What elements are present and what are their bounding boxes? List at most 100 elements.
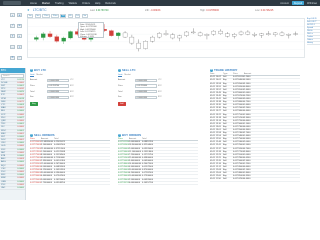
form-row-total: Total 0.00000000 BTC (30, 89, 74, 94)
nav-link-referrals[interactable]: Referrals (105, 2, 116, 5)
star-icon[interactable]: ★ (27, 8, 30, 12)
price-input[interactable]: 0.01769000 (135, 84, 157, 88)
candle-body[interactable] (225, 33, 230, 37)
candle-body[interactable] (47, 33, 53, 37)
candle-body[interactable] (232, 34, 237, 37)
buy-button[interactable]: Buy (30, 101, 38, 106)
settings-icon[interactable]: ⚙ (10, 55, 15, 60)
candle-body[interactable] (170, 34, 175, 39)
table-row[interactable]: 0.01799000 1.75000000 0.03148250 (30, 182, 110, 185)
table-cell: 5.00000000 (129, 141, 140, 144)
table-cell: 0.01570500 (142, 166, 153, 169)
side-panel-item[interactable]: History (307, 42, 320, 45)
candle-body[interactable] (211, 30, 216, 35)
table-row[interactable]: 0.01726215 6.00000000 0.10357290 (118, 182, 198, 185)
candle-body[interactable] (279, 32, 285, 36)
zoom-out-icon[interactable]: ⊖ (17, 23, 22, 28)
candle-body[interactable] (197, 32, 203, 36)
tab-market[interactable]: Market (36, 74, 42, 77)
nav-link-home[interactable]: Home (30, 2, 37, 5)
fullscreen-icon[interactable]: ⤢ (17, 55, 22, 60)
market-price: 0.0176 (17, 78, 24, 81)
amount-input[interactable]: 0.00000000 (47, 78, 69, 83)
table-cell: 09-11 12:12 (210, 166, 221, 169)
candle-body[interactable] (61, 37, 66, 42)
price-chart[interactable] (27, 18, 305, 58)
account-link-withdraw[interactable]: Withdraw (307, 2, 317, 5)
candle-body[interactable] (116, 32, 121, 36)
site-logo[interactable] (3, 1, 21, 5)
history-title: TRADE HISTORY (214, 68, 238, 72)
candle-body[interactable] (129, 36, 135, 44)
market-search-input[interactable]: Search (1, 74, 24, 78)
table-row[interactable]: 09-11 11:56 Sell 0.01747000 4.4000 (210, 178, 300, 182)
nav-link-orders[interactable]: Orders (82, 2, 90, 5)
nav-link-trading[interactable]: Trading (55, 2, 64, 5)
column-header: Amount (41, 138, 49, 140)
sell-button[interactable]: Sell (118, 101, 126, 106)
zoom-in-icon[interactable]: ⊕ (17, 13, 22, 17)
fee-input[interactable]: 0.00000000 (47, 95, 69, 100)
candle-body[interactable] (184, 31, 189, 36)
candle-body[interactable] (157, 33, 162, 38)
candle-body[interactable] (177, 35, 182, 39)
candlestick-chart[interactable] (28, 19, 304, 57)
field-unit: BTC (70, 84, 74, 87)
table-cell: 0.15158500 (54, 153, 65, 156)
account-link-account[interactable]: Account (280, 2, 289, 5)
candle-body[interactable] (191, 31, 196, 34)
tab-limit[interactable]: Limit (118, 74, 123, 78)
market-row[interactable]: YAC 0.0000 (0, 187, 25, 191)
candle-body[interactable] (259, 33, 264, 36)
candle-body[interactable] (238, 31, 244, 35)
fee-input[interactable]: 0.00000000 (135, 95, 157, 100)
table-cell: 9.00000000 (41, 178, 52, 181)
table-cell: 18.30000000 (129, 144, 142, 147)
candle-body[interactable] (272, 32, 278, 35)
candle-body[interactable] (286, 34, 291, 36)
candle-body[interactable] (252, 34, 257, 36)
candle-body[interactable] (109, 30, 114, 36)
market-price: 0.0000 (17, 183, 24, 186)
candle-body[interactable] (245, 31, 251, 35)
table-cell: 0.01752000 (233, 147, 244, 150)
total-input[interactable]: 0.00000000 (135, 89, 157, 94)
candle-body[interactable] (68, 31, 73, 39)
amount-input[interactable]: 0.00000000 (135, 78, 157, 83)
total-input[interactable]: 0.00000000 (47, 89, 69, 94)
shape-tool-icon[interactable]: □ (10, 45, 15, 50)
candle-body[interactable] (204, 34, 210, 36)
nav-link-market[interactable]: Market (42, 2, 50, 5)
text-tool-icon[interactable]: T (10, 34, 15, 39)
markets-header[interactable]: BTC (0, 68, 25, 73)
candle-body[interactable] (54, 36, 60, 42)
table-cell: Buy (223, 101, 227, 104)
line-tool-icon[interactable]: ╱ (10, 23, 15, 28)
candle-body[interactable] (143, 41, 148, 49)
fib-tool-icon[interactable]: ≡ (17, 34, 22, 39)
candle-body[interactable] (122, 32, 128, 38)
tab-market[interactable]: Market (124, 74, 130, 77)
table-cell: 3.60000000 (129, 159, 140, 162)
tab-limit[interactable]: Limit (30, 74, 35, 78)
nav-link-help[interactable]: Help (95, 2, 100, 5)
market-price: 0.0000 (17, 142, 24, 145)
column-header: Price (30, 138, 35, 140)
price-input[interactable]: 0.01763740 (47, 84, 69, 88)
account-link-deposit[interactable]: Deposit (291, 1, 305, 5)
candle-body[interactable] (150, 36, 155, 42)
market-price: 0.0003 (17, 104, 24, 106)
candle-body[interactable] (218, 30, 223, 34)
nav-link-wallets[interactable]: Wallets (69, 2, 77, 5)
table-cell: Sell (223, 128, 227, 131)
table-cell: 09-11 13:38 (210, 101, 221, 104)
candle-body[interactable] (163, 33, 169, 35)
trash-icon[interactable]: ✕ (17, 45, 22, 50)
crosshair-tool-icon[interactable]: + (10, 13, 15, 17)
market-name: ZET (1, 135, 6, 138)
candle-body[interactable] (41, 33, 46, 38)
candle-body[interactable] (266, 33, 271, 35)
candle-body[interactable] (34, 37, 39, 40)
candle-body[interactable] (136, 42, 141, 49)
candle-body[interactable] (293, 33, 298, 35)
